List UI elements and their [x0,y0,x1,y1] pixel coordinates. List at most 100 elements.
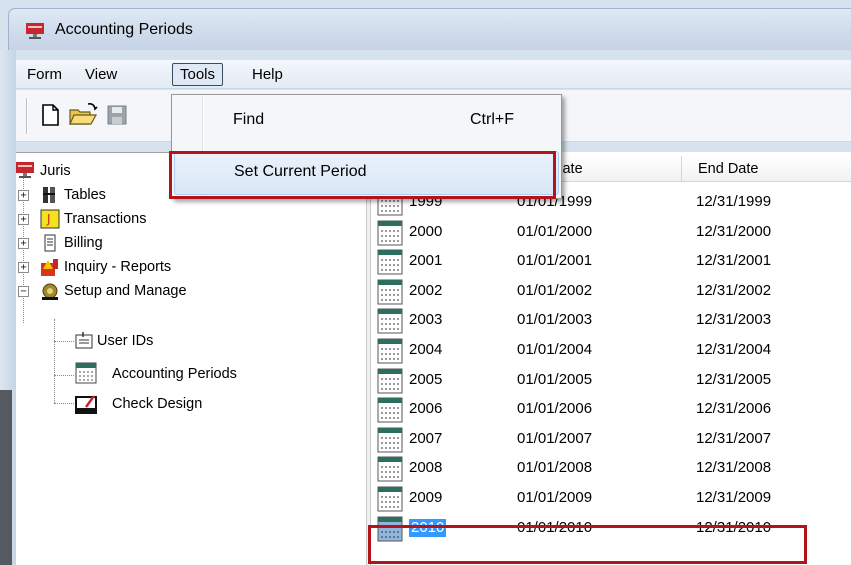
end-date-cell: 12/31/2005 [696,370,772,388]
calendar-icon [377,516,403,542]
start-date-cell: 01/01/2001 [517,252,593,270]
menu-tools[interactable]: Tools [172,63,224,86]
calendar-icon [377,456,403,482]
table-row[interactable]: 2002 01/01/2002 12/31/2002 [371,278,851,305]
navigation-tree[interactable]: Juris + Tables + J Transactions + Billin… [16,152,366,565]
menu-item-label: Set Current Period [234,163,367,180]
start-date-cell: 01/01/2007 [517,429,593,447]
tree-item-check-design[interactable]: Check Design [72,393,272,415]
calendar-icon [377,368,403,394]
tree-connector [54,403,74,404]
start-date-cell: 01/01/2004 [517,341,593,358]
expand-icon[interactable]: + [18,262,29,273]
table-row[interactable]: 2004 01/01/2004 12/31/2004 [371,337,851,364]
period-cell: 2000 [409,222,443,240]
tables-icon [43,187,55,203]
period-cell: 2008 [409,459,443,477]
calendar-icon [75,362,97,384]
calendar-icon [377,486,403,512]
calendar-icon [377,279,403,305]
calendar-icon [377,308,403,334]
start-date-cell: 01/01/2002 [517,281,593,299]
check-design-icon [75,395,97,414]
svg-text:J: J [46,212,51,226]
expand-icon[interactable]: + [18,238,29,249]
table-row[interactable]: 2009 01/01/2009 12/31/2009 [371,485,851,512]
end-date-cell: 12/31/2004 [696,341,772,358]
end-date-cell: 12/31/2002 [696,281,772,299]
table-row[interactable]: 2003 01/01/2003 12/31/2003 [371,307,851,334]
collapse-icon[interactable]: − [18,286,29,297]
table-row[interactable]: 2005 01/01/2005 12/31/2005 [371,367,851,394]
tree-item-label: Billing [64,235,103,251]
table-row[interactable]: 2001 01/01/2001 12/31/2001 [371,248,851,275]
tree-item-label: Accounting Periods [112,366,237,382]
end-date-cell: 12/31/1999 [696,193,772,210]
table-row[interactable]: 2000 01/01/2000 12/31/2000 [371,219,851,246]
period-cell: 2002 [409,281,443,299]
start-date-cell: 01/01/2009 [517,489,593,506]
period-cell: 2003 [409,311,443,329]
tree-connector [54,319,55,403]
table-row[interactable]: 2010 01/01/2010 12/31/2010 [371,515,851,542]
menu-item-label: Find [233,111,265,128]
tools-dropdown-menu: Find Ctrl+F Set Current Period [171,94,562,199]
calendar-icon [377,338,403,364]
period-cell: 2004 [409,341,443,358]
end-date-cell: 12/31/2009 [696,489,772,506]
toolbar-separator [26,98,28,134]
tree-item-tables[interactable]: + Tables [16,184,166,206]
tree-item-inquiry-reports[interactable]: + Inquiry - Reports [16,256,236,278]
menu-view[interactable]: View [77,63,125,86]
tree-item-billing[interactable]: + Billing [16,232,166,254]
juris-app-icon [26,23,44,39]
start-date-cell: 01/01/2006 [517,400,593,418]
setup-manage-icon [42,283,58,300]
menu-item-find[interactable]: Find Ctrl+F [174,98,559,142]
period-cell: 2001 [409,252,443,270]
table-row[interactable]: 2007 01/01/2007 12/31/2007 [371,426,851,453]
window-title: Accounting Periods [55,21,193,38]
save-disk-icon[interactable] [105,102,129,128]
calendar-icon [377,220,403,246]
calendar-icon [377,397,403,423]
end-date-cell: 12/31/2006 [696,400,772,418]
tree-item-label: Setup and Manage [64,283,187,299]
table-row[interactable]: 2006 01/01/2006 12/31/2006 [371,396,851,423]
tree-item-label: Inquiry - Reports [64,259,172,275]
period-cell: 2007 [409,429,443,447]
tree-item-accounting-periods[interactable]: Accounting Periods [72,362,312,385]
menu-help[interactable]: Help [244,63,291,86]
end-date-cell: 12/31/2003 [696,311,772,329]
tree-item-label: User IDs [97,333,154,349]
start-date-cell: 01/01/2010 [517,518,593,536]
inquiry-reports-icon [41,259,58,276]
tree-connector [54,375,74,376]
column-header-start-date[interactable]: Date [546,156,682,182]
tree-item-setup-manage[interactable]: − Setup and Manage [16,280,236,302]
end-date-cell: 12/31/2008 [696,459,772,477]
tree-connector [54,341,74,342]
calendar-icon [377,427,403,453]
application-window: Accounting Periods Form View Tools Help [0,0,851,565]
tree-item-transactions[interactable]: + J Transactions [16,208,196,230]
start-date-cell: 01/01/2000 [517,222,593,240]
expand-icon[interactable]: + [18,214,29,225]
table-row[interactable]: 2008 01/01/2008 12/31/2008 [371,455,851,482]
billing-icon [44,234,56,252]
period-cell: 2005 [409,370,443,388]
period-cell: 2006 [409,400,443,418]
column-header-end-date[interactable]: End Date [682,156,851,182]
end-date-cell: 12/31/2000 [696,222,772,240]
menu-item-shortcut: Ctrl+F [470,111,514,128]
accounting-periods-list: Date End Date 1999 01/01/1999 12/31/1999 20… [371,152,851,565]
menu-form[interactable]: Form [19,63,70,86]
tree-item-label: Tables [64,187,106,203]
expand-icon[interactable]: + [18,190,29,201]
open-folder-icon[interactable] [68,102,98,128]
menu-bar: Form View Tools Help [16,60,851,89]
new-document-icon[interactable] [38,102,62,128]
tree-item-user-ids[interactable]: User IDs [72,330,212,352]
menu-item-set-current-period[interactable]: Set Current Period [174,151,559,195]
title-bar[interactable]: Accounting Periods [8,8,851,50]
